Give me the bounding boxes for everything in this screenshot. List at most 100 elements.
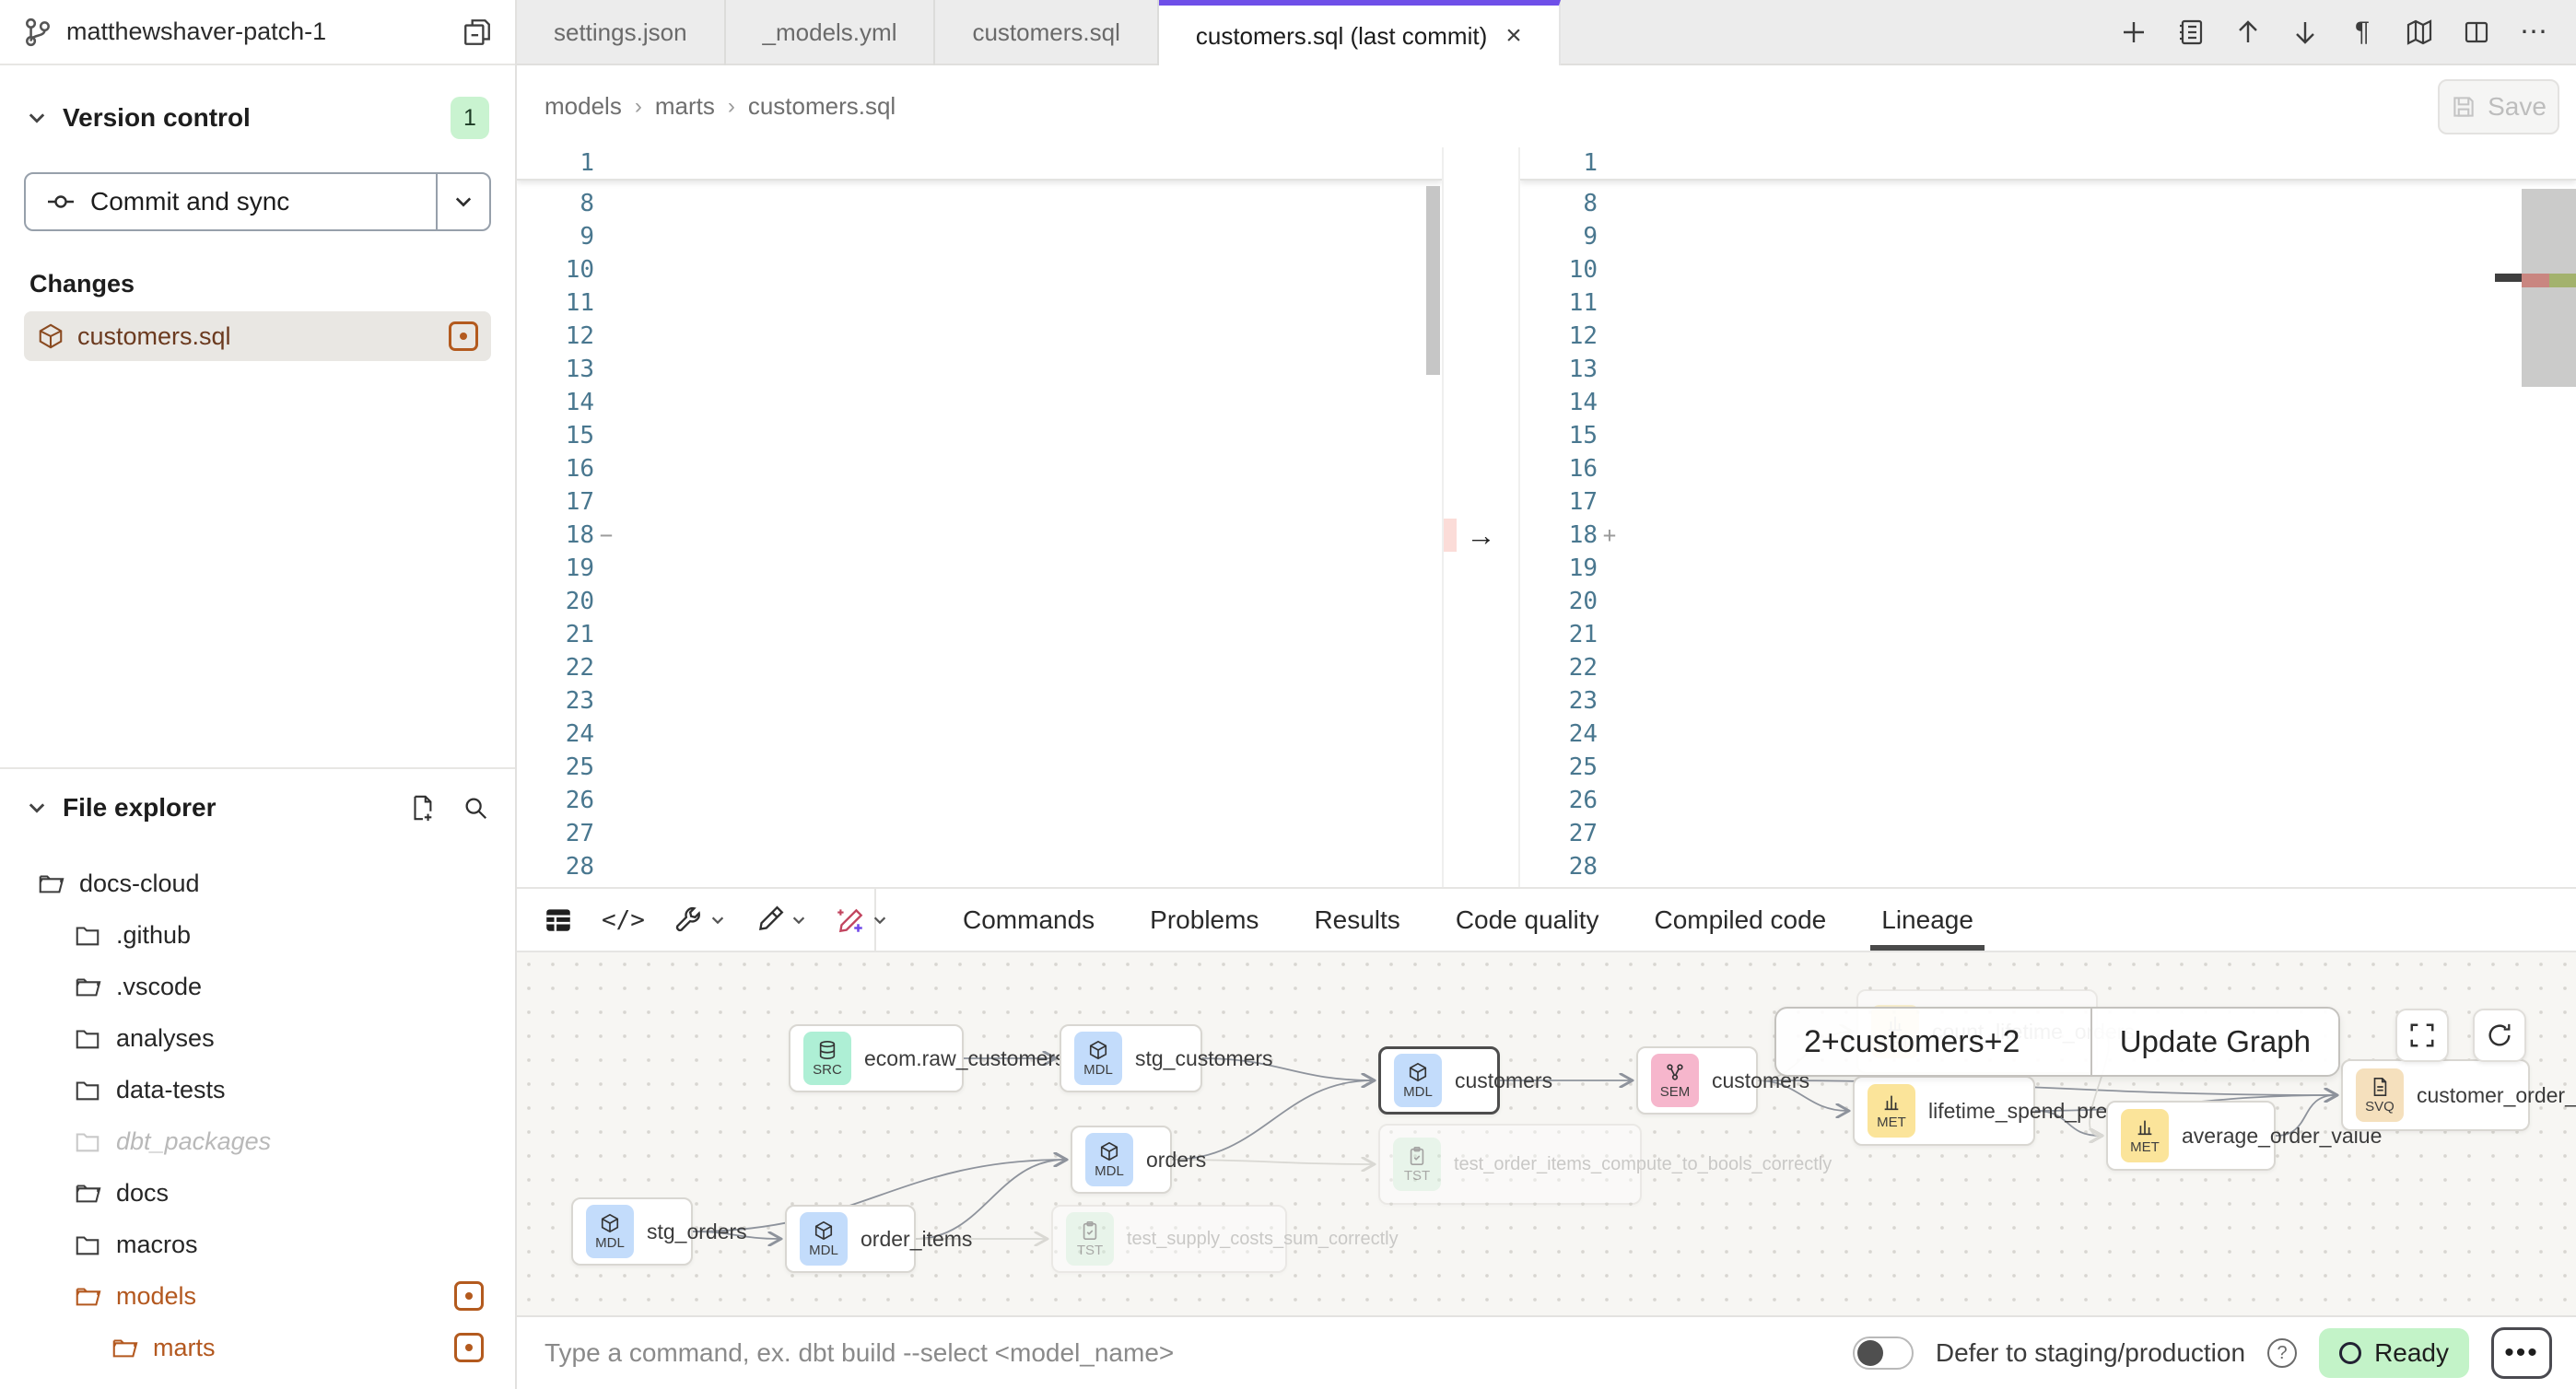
model-cube-icon xyxy=(37,322,64,350)
tst-badge-icon: TST xyxy=(1066,1212,1114,1266)
sidebar-item--github[interactable]: .github xyxy=(18,909,497,961)
sidebar-item-dbt-packages[interactable]: dbt_packages xyxy=(18,1115,497,1167)
refresh-button[interactable] xyxy=(2473,1009,2526,1062)
commit-options-button[interactable] xyxy=(436,174,489,229)
folder-name: data-tests xyxy=(116,1076,484,1104)
code-line-26: 26 xyxy=(1520,784,2576,817)
git-branch-icon xyxy=(22,17,53,48)
code-line-22: 22 xyxy=(517,651,1442,684)
close-icon[interactable]: × xyxy=(1505,22,1522,50)
panel-tab-Lineage[interactable]: Lineage xyxy=(1854,889,2001,951)
tab-customers-sql[interactable]: customers.sql xyxy=(935,0,1158,65)
version-control-header[interactable]: Version control 1 xyxy=(18,89,497,146)
lineage-node-test_supply[interactable]: TSTtest_supply_costs_sum_correctly xyxy=(1051,1205,1287,1273)
diff-pane-modified[interactable]: 1 89101112131415161718+19202122232425262… xyxy=(1520,147,2576,887)
more-options-button[interactable]: ••• xyxy=(2491,1327,2552,1379)
sidebar-item-docs-cloud[interactable]: docs-cloud xyxy=(18,858,497,909)
tab-customers-sql-last-commit-[interactable]: customers.sql (last commit)× xyxy=(1159,0,1561,66)
tab-label: settings.json xyxy=(554,18,687,47)
sidebar-item-marts[interactable]: marts xyxy=(18,1322,497,1373)
apply-change-arrow-icon[interactable]: → xyxy=(1444,519,1518,552)
chevron-down-icon xyxy=(872,912,888,928)
line-number: 18 xyxy=(1520,521,1598,549)
breadcrumb-item-customers-sql[interactable]: customers.sql xyxy=(748,92,896,121)
tab-settings-json[interactable]: settings.json xyxy=(517,0,726,65)
editor-header: models›marts›customers.sql Save xyxy=(517,65,2576,147)
sidebar-item-docs[interactable]: docs xyxy=(18,1167,497,1219)
split-columns-icon[interactable] xyxy=(2458,18,2495,47)
svq-badge-icon: SVQ xyxy=(2356,1068,2404,1122)
panel-tab-Results[interactable]: Results xyxy=(1286,889,1427,951)
format-icon[interactable] xyxy=(754,905,807,936)
lineage-node-orders[interactable]: MDLorders xyxy=(1071,1126,1172,1194)
lineage-panel[interactable]: SRCecom.raw_customersMDLstg_customersMDL… xyxy=(517,952,2576,1315)
code-line-18: 18+ xyxy=(1520,519,2576,552)
line-number: 23 xyxy=(517,687,594,715)
lineage-selector-input[interactable]: 2+customers+2 xyxy=(1776,1009,2090,1075)
lineage-node-stg_orders[interactable]: MDLstg_orders xyxy=(571,1197,693,1266)
breadcrumb-item-models[interactable]: models xyxy=(544,92,622,121)
minimap-slider[interactable] xyxy=(2522,189,2576,387)
commit-and-sync-button[interactable]: Commit and sync xyxy=(26,174,436,229)
tab--models-yml[interactable]: _models.yml xyxy=(726,0,936,65)
lineage-node-customers_mdl[interactable]: MDLcustomers xyxy=(1378,1046,1500,1115)
help-icon[interactable]: ? xyxy=(2267,1338,2297,1368)
panel-tab-Commands[interactable]: Commands xyxy=(935,889,1122,951)
line-number: 28 xyxy=(517,853,594,881)
lineage-node-avg_order_value[interactable]: METaverage_order_value xyxy=(2106,1101,2276,1171)
fix-icon[interactable] xyxy=(835,905,888,936)
lineage-node-customers_sem[interactable]: SEMcustomers xyxy=(1636,1046,1758,1115)
copy-file-icon[interactable] xyxy=(462,17,493,48)
lineage-node-order_items[interactable]: MDLorder_items xyxy=(785,1205,916,1273)
defer-toggle[interactable] xyxy=(1853,1336,1914,1370)
ellipsis-icon[interactable]: ⋯ xyxy=(2515,16,2552,48)
file-tree: docs-cloud.github.vscodeanalyses data-tes… xyxy=(18,858,497,1373)
sidebar-item-macros[interactable]: macros xyxy=(18,1219,497,1270)
diff-pane-original[interactable]: 1 89101112131415161718−19202122232425262… xyxy=(517,147,1442,887)
code-line-12: 12 xyxy=(1520,320,2576,353)
line-number: 19 xyxy=(1520,554,1598,582)
lineage-node-cust_order_metrics[interactable]: SVQcustomer_order_metrics xyxy=(2341,1059,2530,1131)
line-number: 14 xyxy=(517,389,594,416)
panel-tab-Problems[interactable]: Problems xyxy=(1122,889,1286,951)
mdl-badge-icon: MDL xyxy=(1074,1032,1122,1085)
fullscreen-button[interactable] xyxy=(2395,1009,2449,1062)
plus-icon[interactable] xyxy=(2115,18,2152,47)
command-bar: Type a command, ex. dbt build --select <… xyxy=(517,1315,2576,1389)
sidebar-item-data-tests[interactable]: data-tests xyxy=(18,1064,497,1115)
code-icon[interactable]: </> xyxy=(602,906,645,934)
arrow-down-icon[interactable] xyxy=(2287,18,2324,47)
panel-tab-Code-quality[interactable]: Code quality xyxy=(1428,889,1627,951)
breadcrumb-item-marts[interactable]: marts xyxy=(655,92,715,121)
lineage-node-test_order_items[interactable]: TSTtest_order_items_compute_to_bools_cor… xyxy=(1378,1124,1642,1205)
sidebar-item-models[interactable]: models xyxy=(18,1270,497,1322)
lineage-node-ecom_raw_customers[interactable]: SRCecom.raw_customers xyxy=(789,1024,964,1092)
search-icon[interactable] xyxy=(462,794,489,822)
lineage-node-stg_customers[interactable]: MDLstg_customers xyxy=(1060,1024,1202,1092)
sidebar-item--vscode[interactable]: .vscode xyxy=(18,961,497,1012)
file-explorer-header[interactable]: File explorer xyxy=(18,786,497,830)
build-icon[interactable] xyxy=(673,905,726,936)
new-file-icon[interactable] xyxy=(408,794,436,822)
folder-name: models xyxy=(116,1282,439,1311)
left-scrollbar[interactable] xyxy=(1426,186,1440,375)
diff-editor: 1 89101112131415161718−19202122232425262… xyxy=(517,147,2576,887)
map-icon[interactable] xyxy=(2401,18,2438,47)
save-button[interactable]: Save xyxy=(2438,79,2559,134)
panel-tab-list: CommandsProblemsResultsCode qualityCompi… xyxy=(935,889,2001,951)
status-badge: Ready xyxy=(2319,1328,2469,1378)
lineage-node-lifetime_spend[interactable]: METlifetime_spend_pretax xyxy=(1853,1076,2035,1146)
panel-tab-Compiled-code[interactable]: Compiled code xyxy=(1626,889,1854,951)
met-badge-icon: MET xyxy=(2121,1109,2169,1162)
update-graph-button[interactable]: Update Graph xyxy=(2090,1009,2338,1075)
sidebar-item-analyses[interactable]: analyses xyxy=(18,1012,497,1064)
preview-table-icon[interactable] xyxy=(543,905,574,936)
chevron-down-icon xyxy=(26,797,48,819)
arrow-up-icon[interactable] xyxy=(2230,18,2266,47)
changed-file-row[interactable]: customers.sql xyxy=(24,311,491,361)
command-input[interactable]: Type a command, ex. dbt build --select <… xyxy=(544,1338,1853,1368)
lineage-node-label: orders xyxy=(1146,1148,1206,1173)
line-number: 25 xyxy=(517,753,594,781)
pilcrow-icon[interactable]: ¶ xyxy=(2344,17,2381,48)
notebook-list-icon[interactable] xyxy=(2172,18,2209,47)
